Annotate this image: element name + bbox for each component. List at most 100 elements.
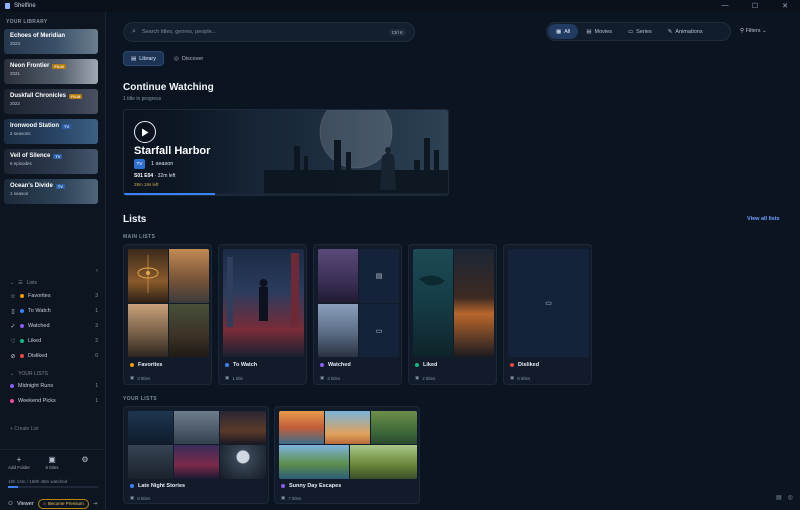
- minimize-button[interactable]: —: [710, 2, 740, 10]
- library-item-meta: 2023: [10, 41, 21, 46]
- play-button[interactable]: [134, 121, 156, 143]
- star-icon: ☆: [10, 293, 16, 300]
- tab-discover[interactable]: ◎ Discover: [167, 51, 210, 66]
- continue-watching-subtitle: 1 title in progress: [123, 96, 162, 102]
- color-dot: [320, 363, 324, 367]
- tv-badge: TV: [62, 123, 72, 129]
- list-card-count: 7 titles: [288, 495, 302, 501]
- logout-icon[interactable]: ⇥: [93, 501, 98, 507]
- help-icon[interactable]: ◎: [788, 494, 793, 501]
- library-item-veil[interactable]: Veil of Silence TV 6 episodes: [4, 149, 98, 174]
- your-lists-header[interactable]: ⌄ YOUR LISTS: [10, 371, 48, 377]
- gear-icon: ⚙: [81, 455, 89, 464]
- poster-tile: [279, 445, 349, 479]
- filter-all[interactable]: ▦ All: [548, 24, 579, 39]
- tab-library[interactable]: ▤ Library: [123, 51, 165, 66]
- filter-animations[interactable]: ✎ Animations: [660, 24, 711, 39]
- create-list-button[interactable]: + Create List: [10, 426, 39, 432]
- titles-count-label: 6 titles: [45, 465, 59, 470]
- whale-silhouette-icon: [419, 275, 445, 286]
- film-icon: ▣: [415, 375, 420, 380]
- close-button[interactable]: ✕: [770, 2, 800, 10]
- list-card-sunny-day-escapes[interactable]: Sunny Day Escapes ▣ 7 titles: [274, 406, 420, 504]
- titles-count-button[interactable]: ▣ 6 titles: [38, 455, 66, 470]
- list-card-name: Sunny Day Escapes: [289, 483, 342, 489]
- window-controls: — ☐ ✕: [710, 2, 800, 10]
- folder-placeholder-icon: ▭: [375, 327, 383, 335]
- list-label: Favorites: [28, 293, 51, 299]
- main-lists-label: MAIN LISTS: [123, 234, 156, 240]
- list-card-favorites[interactable]: Favorites ▣ 3 titles: [123, 244, 212, 385]
- library-item-meta: 2022: [10, 101, 21, 106]
- grid-icon: ▦: [556, 28, 562, 35]
- become-premium-button[interactable]: ☆ Become Premium: [37, 499, 89, 509]
- film-icon: ▤: [586, 28, 592, 35]
- list-card-meta: ▣ 8 titles: [130, 495, 150, 501]
- liked-collage: [413, 249, 494, 357]
- color-dot: [20, 309, 24, 313]
- user-name[interactable]: Viewer: [17, 501, 34, 507]
- sidebar-your-list-weekend-picks[interactable]: Weekend Picks 1: [8, 396, 98, 406]
- list-label: Weekend Picks: [18, 398, 56, 404]
- list-card-liked[interactable]: Liked ▣ 2 titles: [408, 244, 497, 385]
- sidebar-divider: [0, 449, 106, 450]
- list-count: 1: [95, 398, 98, 404]
- list-card-name: Liked: [423, 362, 438, 368]
- color-dot: [510, 363, 514, 367]
- library-item-echoes[interactable]: Echoes of Meridian 2023: [4, 29, 98, 54]
- maximize-button[interactable]: ☐: [740, 2, 770, 10]
- watch-time-bar-fill: [8, 486, 18, 488]
- color-dot: [130, 484, 134, 488]
- poster-tile: [325, 411, 370, 444]
- color-dot: [20, 294, 24, 298]
- library-item-neon-frontier[interactable]: Neon Frontier FILM 2021: [4, 59, 98, 84]
- continue-watching-card[interactable]: Starfall Harbor TV 1 season S01 E04 · 32…: [123, 109, 449, 196]
- list-card-to-watch[interactable]: To Watch ▣ 1 title: [218, 244, 307, 385]
- filter-label: All: [564, 28, 571, 35]
- filter-movies[interactable]: ▤ Movies: [578, 24, 620, 39]
- poster-figure: [227, 253, 299, 327]
- library-item-ironwood[interactable]: Ironwood Station TV 2 seasons: [4, 119, 98, 144]
- check-icon: ✓: [10, 323, 16, 330]
- tv-icon: ▭: [627, 28, 634, 35]
- sidebar-list-disliked[interactable]: ⊘ Disliked 0: [8, 351, 98, 361]
- lists-header[interactable]: ⌄ ☰ Lists: [10, 280, 37, 286]
- list-label: Watched: [28, 323, 50, 329]
- filters-button[interactable]: ⚲ Filters ⌄: [740, 28, 767, 34]
- poster-tile: [128, 445, 173, 479]
- collapse-sidebar-icon[interactable]: ‹: [96, 268, 98, 274]
- library-item-duskfall[interactable]: Duskfall Chronicles FILM 2022: [4, 89, 98, 114]
- list-card-watched[interactable]: ▤ ▭ Watched ▣ 3 titles: [313, 244, 402, 385]
- list-card-disliked[interactable]: ▭ Disliked ▣ 0 titles: [503, 244, 592, 385]
- color-dot: [130, 363, 134, 367]
- list-card-name: To Watch: [233, 362, 258, 368]
- film-badge: FILM: [69, 93, 83, 99]
- sidebar-your-list-midnight-runs[interactable]: Midnight Runs 1: [8, 381, 98, 391]
- film-icon: ▣: [225, 375, 230, 380]
- document-icon[interactable]: ▤: [776, 494, 782, 501]
- search-input[interactable]: Search titles, genres, people...: [142, 29, 216, 35]
- film-badge: FILM: [52, 63, 66, 69]
- sidebar-list-watched[interactable]: ✓ Watched 3: [8, 321, 98, 331]
- list-count: 0: [95, 353, 98, 359]
- add-folder-button[interactable]: + Add Folder: [5, 455, 33, 470]
- folder-placeholder-icon: ▭: [545, 300, 552, 307]
- sidebar-list-favorites[interactable]: ☆ Favorites 3: [8, 291, 98, 301]
- settings-button[interactable]: ⚙: [71, 455, 99, 465]
- list-card-meta: ▣ 1 title: [225, 375, 243, 381]
- hero-time-left: 32m left: [157, 173, 176, 179]
- list-card-late-night-stories[interactable]: Late Night Stories ▣ 8 titles: [123, 406, 269, 504]
- play-icon: [142, 128, 149, 136]
- plus-icon: +: [16, 455, 22, 464]
- poster-tile: [174, 411, 219, 444]
- library-item-oceans-divide[interactable]: Ocean's Divide TV 1 season: [4, 179, 98, 204]
- favorites-collage: [128, 249, 209, 357]
- poster-tile: [454, 249, 494, 357]
- view-all-lists-link[interactable]: View all lists: [747, 216, 780, 222]
- poster-tile: [128, 411, 173, 444]
- sidebar-list-to-watch[interactable]: ▯ To Watch 1: [8, 306, 98, 316]
- search-bar[interactable]: ⌕ Search titles, genres, people... Ctrl …: [123, 22, 415, 42]
- sidebar-list-liked[interactable]: ♡ Liked 2: [8, 336, 98, 346]
- list-card-meta: ▣ 7 titles: [281, 495, 301, 501]
- filter-series[interactable]: ▭ Series: [620, 24, 660, 39]
